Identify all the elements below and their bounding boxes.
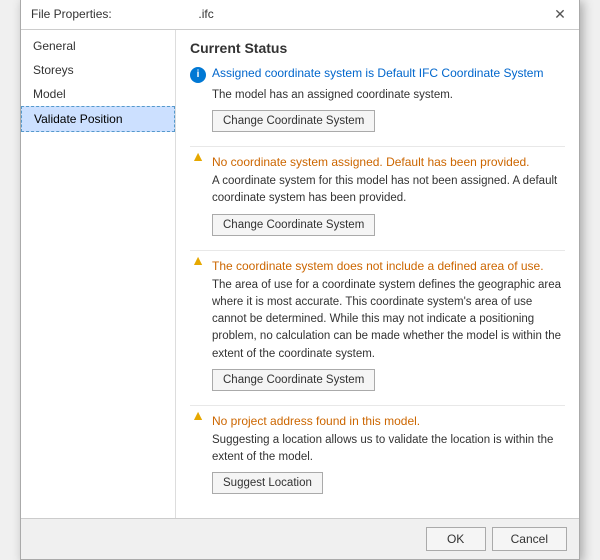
section-body-3: The area of use for a coordinate system … [212, 277, 565, 363]
suggest-location-button[interactable]: Suggest Location [212, 472, 323, 494]
section-header-3: The coordinate system does not include a… [190, 259, 565, 273]
section-header-4: No project address found in this model. [190, 414, 565, 428]
section-body-2: A coordinate system for this model has n… [212, 173, 565, 208]
cancel-button[interactable]: Cancel [492, 527, 567, 551]
ok-button[interactable]: OK [426, 527, 486, 551]
close-button[interactable]: ✕ [551, 5, 569, 23]
content-title: Current Status [190, 40, 565, 56]
section-header-text-3: The coordinate system does not include a… [212, 259, 544, 273]
section-no-project-address: No project address found in this model. … [190, 414, 565, 495]
section-header: i Assigned coordinate system is Default … [190, 66, 565, 83]
sidebar-item-model[interactable]: Model [21, 82, 175, 106]
divider-1 [190, 146, 565, 147]
info-icon: i [190, 67, 206, 83]
section-header-text-2: No coordinate system assigned. Default h… [212, 155, 530, 169]
file-properties-dialog: File Properties: .ifc ✕ General Storeys … [20, 0, 580, 560]
change-coordinate-system-button-1[interactable]: Change Coordinate System [212, 110, 375, 132]
content-area: Current Status i Assigned coordinate sys… [176, 30, 579, 519]
dialog-title: File Properties: .ifc [31, 7, 214, 21]
divider-2 [190, 250, 565, 251]
sidebar-item-validate-position[interactable]: Validate Position [21, 106, 175, 132]
sidebar: General Storeys Model Validate Position [21, 30, 176, 519]
dialog-body: General Storeys Model Validate Position … [21, 30, 579, 519]
section-header-text-4: No project address found in this model. [212, 414, 420, 428]
section-header-text: Assigned coordinate system is Default IF… [212, 66, 543, 80]
change-coordinate-system-button-3[interactable]: Change Coordinate System [212, 369, 375, 391]
section-header-2: No coordinate system assigned. Default h… [190, 155, 565, 169]
section-no-area-of-use: The coordinate system does not include a… [190, 259, 565, 391]
sidebar-item-general[interactable]: General [21, 34, 175, 58]
section-body-4: Suggesting a location allows us to valid… [212, 432, 565, 467]
divider-3 [190, 405, 565, 406]
dialog-footer: OK Cancel [21, 518, 579, 559]
section-no-coordinate: No coordinate system assigned. Default h… [190, 155, 565, 236]
title-bar: File Properties: .ifc ✕ [21, 0, 579, 30]
section-body: The model has an assigned coordinate sys… [212, 87, 565, 104]
section-coordinate-assigned: i Assigned coordinate system is Default … [190, 66, 565, 132]
change-coordinate-system-button-2[interactable]: Change Coordinate System [212, 214, 375, 236]
close-icon: ✕ [554, 7, 566, 21]
sidebar-item-storeys[interactable]: Storeys [21, 58, 175, 82]
